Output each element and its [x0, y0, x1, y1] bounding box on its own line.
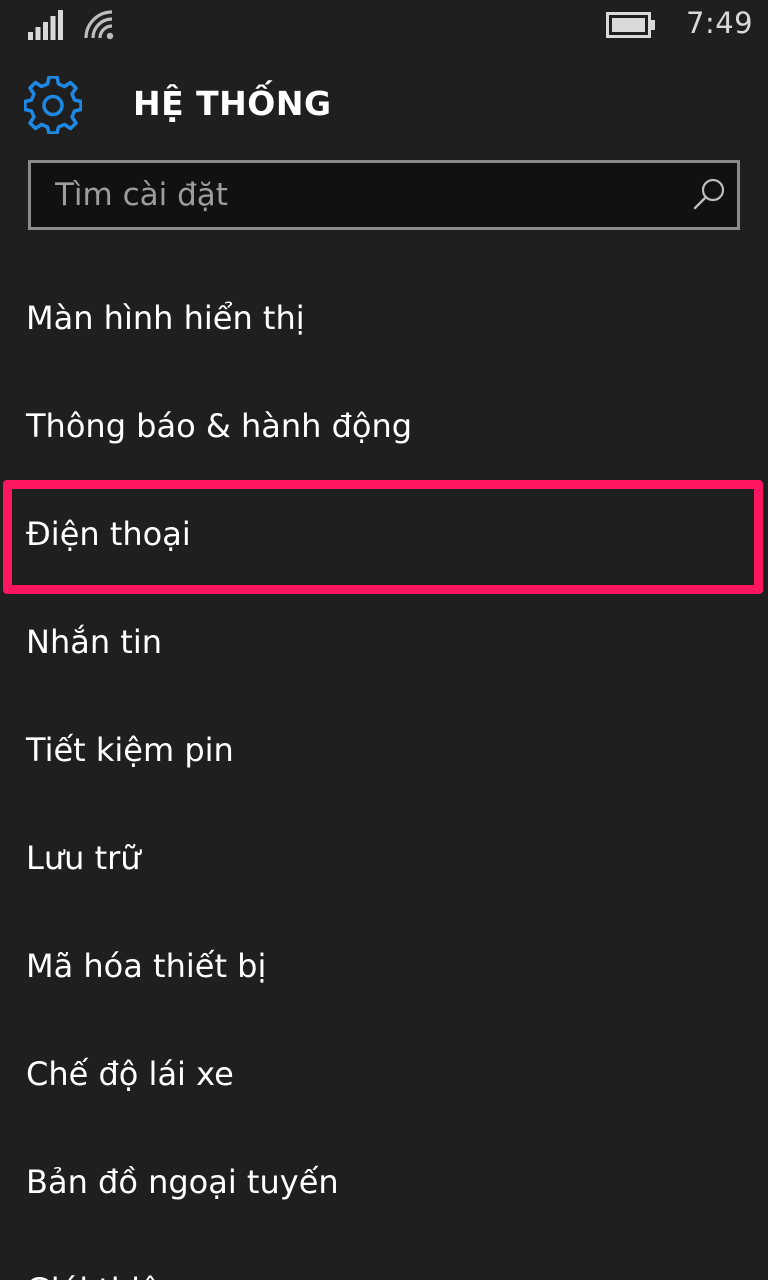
menu-item-label: Lưu trữ — [26, 839, 141, 877]
menu-item-device-encryption[interactable]: Mã hóa thiết bị — [0, 912, 768, 1020]
menu-item-driving-mode[interactable]: Chế độ lái xe — [0, 1020, 768, 1128]
search-input[interactable] — [31, 163, 671, 227]
menu-item-notifications-actions[interactable]: Thông báo & hành động — [0, 372, 768, 480]
search-box[interactable] — [28, 160, 740, 230]
settings-menu-list: Màn hình hiển thị Thông báo & hành động … — [0, 264, 768, 1280]
menu-item-label: Điện thoại — [26, 515, 191, 553]
menu-item-label: Bản đồ ngoại tuyến — [26, 1163, 339, 1201]
menu-item-battery-saver[interactable]: Tiết kiệm pin — [0, 696, 768, 804]
wifi-icon — [84, 10, 114, 40]
gear-icon — [24, 76, 82, 134]
status-bar: 7:49 — [0, 0, 768, 50]
menu-item-label: Giới thiệu — [26, 1271, 180, 1280]
clock: 7:49 — [686, 6, 754, 40]
page-title: HỆ THỐNG — [133, 84, 332, 123]
menu-item-label: Mã hóa thiết bị — [26, 947, 267, 985]
menu-item-label: Màn hình hiển thị — [26, 299, 305, 337]
search-icon[interactable] — [693, 177, 727, 211]
settings-system-screen: 7:49 HỆ THỐNG Màn hình hiển thị Thông bá… — [0, 0, 768, 1280]
menu-item-label: Thông báo & hành động — [26, 407, 413, 445]
menu-item-phone[interactable]: Điện thoại — [0, 480, 768, 588]
menu-item-label: Tiết kiệm pin — [26, 731, 234, 769]
signal-icon — [28, 10, 63, 40]
battery-icon — [606, 12, 655, 38]
menu-item-display[interactable]: Màn hình hiển thị — [0, 264, 768, 372]
menu-item-messaging[interactable]: Nhắn tin — [0, 588, 768, 696]
menu-item-label: Nhắn tin — [26, 623, 162, 661]
menu-item-storage[interactable]: Lưu trữ — [0, 804, 768, 912]
menu-item-offline-maps[interactable]: Bản đồ ngoại tuyến — [0, 1128, 768, 1236]
menu-item-label: Chế độ lái xe — [26, 1055, 234, 1093]
menu-item-about[interactable]: Giới thiệu — [0, 1236, 768, 1280]
